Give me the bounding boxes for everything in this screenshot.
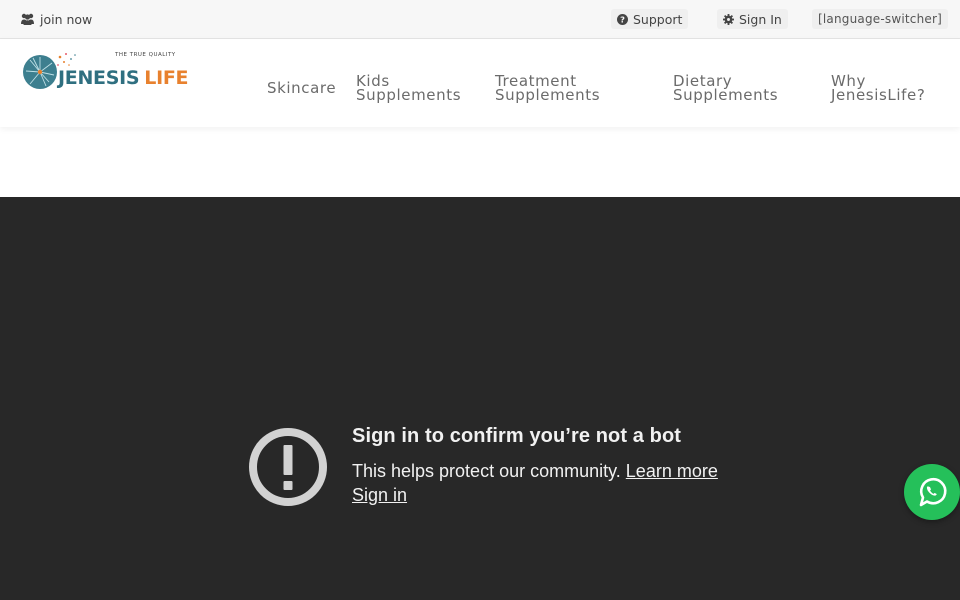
top-bar: join now ? Support Sign In [language-swi… (0, 0, 960, 39)
bot-check-description: This helps protect our community. Learn … (352, 461, 718, 482)
sign-in-link[interactable]: Sign In (717, 9, 788, 29)
sign-in-label: Sign In (739, 11, 782, 27)
alert-circle-icon (249, 428, 327, 506)
nav-why-jenesislife[interactable]: Why JenesisLife? (831, 74, 926, 104)
video-sign-in-link[interactable]: Sign in (352, 485, 407, 506)
support-label: Support (633, 11, 683, 27)
site-header: THE TRUE QUALITY JENESIS LIFE Skincare Ki… (0, 39, 960, 127)
join-now-label: join now (40, 11, 93, 27)
bot-check-description-text: This helps protect our community. (352, 461, 621, 481)
join-now-link[interactable]: join now (20, 10, 92, 28)
nav-kids-label-line2: Supplements (356, 86, 462, 104)
learn-more-link[interactable]: Learn more (626, 461, 718, 481)
nav-kids-supplements[interactable]: Kids Supplements (356, 74, 462, 104)
logo-word-jenesis: JENESIS (58, 67, 140, 89)
gear-icon (723, 13, 734, 25)
bot-check-title: Sign in to confirm you’re not a bot (352, 425, 682, 447)
nav-dietary-supplements[interactable]: Dietary Supplements (673, 74, 779, 104)
nav-treatment-label-line2: Supplements (495, 86, 601, 104)
language-switcher[interactable]: [language-switcher] (812, 9, 948, 29)
nav-why-label-line2: JenesisLife? (831, 86, 926, 104)
jenesis-life-logo[interactable]: THE TRUE QUALITY JENESIS LIFE (22, 51, 189, 93)
logo-wordmark: JENESIS LIFE (58, 67, 189, 89)
logo-word-life: LIFE (144, 67, 189, 89)
nav-skincare[interactable]: Skincare (267, 79, 337, 97)
logo-tagline: THE TRUE QUALITY (115, 52, 176, 58)
question-circle-icon: ? (617, 13, 628, 25)
nav-dietary-label-line2: Supplements (673, 86, 779, 104)
whatsapp-icon (919, 477, 947, 507)
embedded-video-player[interactable] (0, 197, 960, 600)
support-link[interactable]: ? Support (611, 9, 689, 29)
nav-treatment-supplements[interactable]: Treatment Supplements (495, 74, 601, 104)
whatsapp-chat-button[interactable] (904, 464, 960, 520)
users-icon (21, 13, 34, 25)
svg-text:?: ? (620, 14, 625, 24)
nav-skincare-label: Skincare (267, 79, 337, 97)
